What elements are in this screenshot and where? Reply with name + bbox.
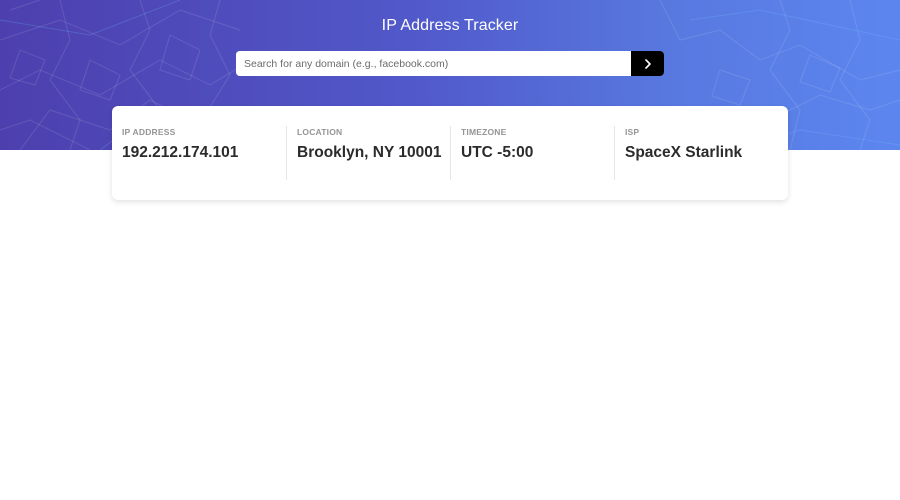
ip-address-block: IP ADDRESS 192.212.174.101 bbox=[112, 126, 286, 180]
isp-label: ISP bbox=[625, 127, 640, 137]
ip-address-value: 192.212.174.101 bbox=[122, 144, 239, 161]
page: IP Address Tracker IP ADDRESS 192.212.17… bbox=[0, 0, 900, 500]
chevron-right-icon bbox=[644, 58, 652, 69]
location-block: LOCATION Brooklyn, NY 10001 bbox=[286, 126, 450, 180]
isp-block: ISP SpaceX Starlink bbox=[614, 126, 778, 180]
timezone-label: TIMEZONE bbox=[461, 127, 507, 137]
location-label: LOCATION bbox=[297, 127, 343, 137]
timezone-value: UTC -5:00 bbox=[461, 144, 534, 161]
page-title: IP Address Tracker bbox=[381, 17, 519, 34]
ip-address-label: IP ADDRESS bbox=[122, 127, 176, 137]
timezone-block: TIMEZONE UTC -5:00 bbox=[450, 126, 614, 180]
location-value: Brooklyn, NY 10001 bbox=[297, 144, 442, 161]
isp-value: SpaceX Starlink bbox=[625, 144, 743, 161]
ip-info-card: IP ADDRESS 192.212.174.101 LOCATION Broo… bbox=[112, 106, 788, 200]
search-button[interactable] bbox=[631, 51, 664, 76]
search-form bbox=[236, 51, 664, 76]
search-input[interactable] bbox=[236, 51, 631, 76]
